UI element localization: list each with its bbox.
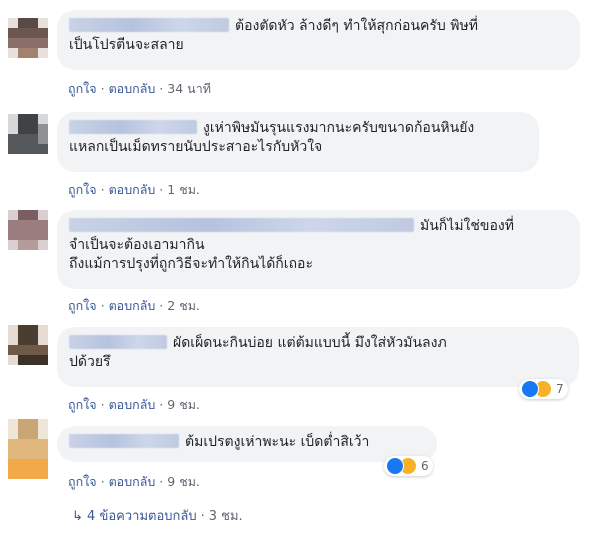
separator-dot: · [100,298,105,313]
reactions-summary[interactable]: 6 [384,456,433,476]
reply-arrow-icon: ↳ [72,509,83,524]
comment-bubble: ต้องตัดหัว ล้างดีๆ ทำให้สุกก่อนครับ พิษท… [57,10,580,70]
like-link[interactable]: ถูกใจ [68,298,97,313]
like-link[interactable]: ถูกใจ [68,182,97,197]
comment-text-line-2: แหลกเป็นเม็ดทรายนับประสาอะไรกับหัวใจ [69,139,323,155]
avatar[interactable] [8,114,48,154]
separator-dot: · [100,182,105,197]
comment-bubble: งูเห่าพิษมันรุนแรงมากนะครับขนาดก้อนหินยั… [57,112,539,172]
comment-text-line-3: ถึงแม้การปรุงที่ถูกวิธีจะทำให้กินได้ก็เถ… [69,256,313,272]
separator-dot: · [200,509,205,524]
like-link[interactable]: ถูกใจ [68,397,97,412]
view-replies-link[interactable]: ↳ 4 ข้อความตอบกลับ · 3 ชม. [72,505,243,526]
commenter-name[interactable] [69,335,167,349]
separator-dot: · [159,474,164,489]
comment-timestamp[interactable]: 34 นาที [167,81,211,96]
separator-dot: · [100,397,105,412]
comment-text-line-1: มันก็ไม่ใช่ของที่ [69,217,568,236]
separator-dot: · [100,81,105,96]
comment-text-line-1: ผัดเผ็ดนะกินบ่อย แต่ต้มแบบนี้ มึงใส่หัวม… [69,334,567,353]
avatar[interactable] [8,18,48,58]
like-link[interactable]: ถูกใจ [68,81,97,96]
comment-actions: ถูกใจ · ตอบกลับ · 9 ชม. [68,472,200,492]
reaction-count: 7 [556,382,564,396]
comment-actions: ถูกใจ · ตอบกลับ · 9 ชม. [68,395,200,415]
comment-text-line-1: ต้องตัดหัว ล้างดีๆ ทำให้สุกก่อนครับ พิษท… [69,17,568,36]
comment-text-line-2: ปด้วยรึ [69,354,111,370]
comment-timestamp[interactable]: 9 ชม. [167,397,200,412]
comment-text-line-1: ต้มเปรตงูเห่าพะนะ เบ็ดต่ำสิเว้า [69,433,425,452]
comment-bubble: ผัดเผ็ดนะกินบ่อย แต่ต้มแบบนี้ มึงใส่หัวม… [57,327,579,387]
like-reaction-icon [521,380,539,398]
comment-bubble: มันก็ไม่ใช่ของที่ จำเป็นจะต้องเอามากิน ถ… [57,210,580,289]
reply-link[interactable]: ตอบกลับ [109,474,156,489]
reply-link[interactable]: ตอบกลับ [109,81,156,96]
comment-text-line-1: งูเห่าพิษมันรุนแรงมากนะครับขนาดก้อนหินยั… [69,119,527,138]
separator-dot: · [159,298,164,313]
separator-dot: · [100,474,105,489]
reply-link[interactable]: ตอบกลับ [109,397,156,412]
reply-link[interactable]: ตอบกลับ [109,298,156,313]
avatar[interactable] [8,419,48,479]
like-reaction-icon [386,457,404,475]
comment-bubble: ต้มเปรตงูเห่าพะนะ เบ็ดต่ำสิเว้า [57,426,437,462]
comment-actions: ถูกใจ · ตอบกลับ · 2 ชม. [68,296,200,316]
commenter-name[interactable] [69,218,414,232]
comment-actions: ถูกใจ · ตอบกลับ · 34 นาที [68,79,211,99]
comment-timestamp[interactable]: 9 ชม. [167,474,200,489]
comment-timestamp[interactable]: 2 ชม. [167,298,200,313]
reactions-summary[interactable]: 7 [519,379,568,399]
reply-link[interactable]: ตอบกลับ [109,182,156,197]
reaction-count: 6 [421,459,429,473]
avatar[interactable] [8,325,48,365]
separator-dot: · [159,397,164,412]
commenter-name[interactable] [69,120,197,134]
comment-text-line-2: เป็นโปรตีนจะสลาย [69,37,184,53]
commenter-name[interactable] [69,18,229,32]
separator-dot: · [159,182,164,197]
comment-actions: ถูกใจ · ตอบกลับ · 1 ชม. [68,180,200,200]
separator-dot: · [159,81,164,96]
comment-timestamp[interactable]: 1 ชม. [167,182,200,197]
replies-timestamp: 3 ชม. [208,509,243,524]
avatar[interactable] [8,210,48,250]
commenter-name[interactable] [69,434,179,448]
comment-text-line-2: จำเป็นจะต้องเอามากิน [69,237,205,253]
like-link[interactable]: ถูกใจ [68,474,97,489]
replies-count-label[interactable]: 4 ข้อความตอบกลับ [87,509,197,524]
